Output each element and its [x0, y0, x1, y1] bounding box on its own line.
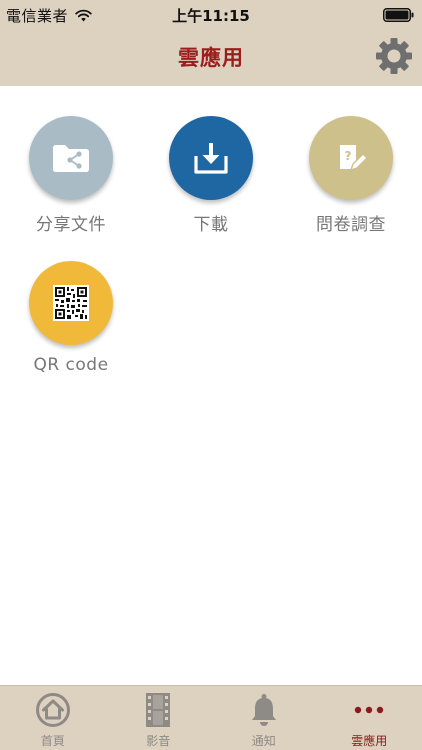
app-download-circle[interactable]	[169, 116, 253, 200]
svg-text:?: ?	[345, 149, 352, 163]
tab-media-icon-wrap	[146, 690, 171, 730]
app-qr-code-circle[interactable]	[29, 261, 113, 345]
status-time: 上午11:15	[172, 7, 250, 25]
app-download-label: 下載	[193, 215, 229, 235]
tab-notifications[interactable]: 通知	[211, 686, 317, 750]
app-share-docs-circle[interactable]	[29, 116, 113, 200]
battery-icon	[383, 8, 414, 22]
qr-code-icon	[53, 285, 89, 321]
app-survey[interactable]: ? 問卷調查	[281, 116, 421, 235]
app-share-docs[interactable]: 分享文件	[1, 116, 141, 235]
gear-icon[interactable]	[374, 36, 414, 76]
app-share-docs-label: 分享文件	[36, 215, 106, 235]
tab-cloud-apps[interactable]: 雲應用	[317, 686, 422, 750]
bell-icon	[251, 694, 276, 726]
tab-notifications-label: 通知	[251, 734, 276, 748]
tab-media-label: 影音	[146, 734, 171, 748]
more-icon	[355, 706, 384, 714]
app-download[interactable]: 下載	[141, 116, 281, 235]
tab-home-icon-wrap	[35, 690, 71, 730]
film-icon	[146, 693, 171, 727]
tab-bar: 首頁 影音 通知 雲應用	[0, 685, 422, 750]
top-bar: 電信業者 上午11:15 雲應用	[0, 0, 422, 86]
tab-cloud-apps-label: 雲應用	[351, 734, 388, 748]
tab-home-label: 首頁	[40, 734, 65, 748]
tab-cloud-apps-icon-wrap	[354, 690, 384, 730]
tab-home[interactable]: 首頁	[0, 686, 106, 750]
page-title: 雲應用	[178, 46, 244, 70]
status-bar: 電信業者 上午11:15	[0, 0, 422, 30]
app-qr-code[interactable]: QR code	[1, 261, 141, 375]
share-folder-icon	[53, 145, 89, 172]
download-icon	[194, 143, 228, 174]
home-icon	[35, 693, 70, 727]
app-qr-code-label: QR code	[33, 355, 109, 375]
tab-media[interactable]: 影音	[106, 686, 212, 750]
survey-icon: ?	[340, 145, 368, 172]
tab-notifications-icon-wrap	[250, 690, 278, 730]
app-survey-label: 問卷調查	[316, 215, 386, 235]
app-survey-circle[interactable]: ?	[309, 116, 393, 200]
